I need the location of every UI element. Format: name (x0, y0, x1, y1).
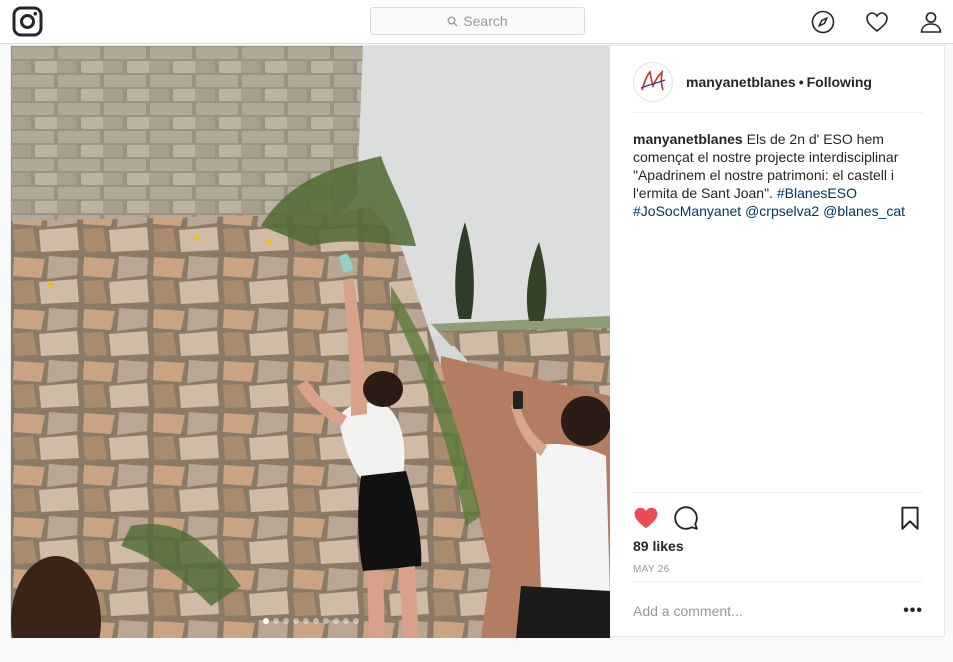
avatar[interactable] (633, 61, 673, 102)
post-caption: manyanetblanes Els de 2n d' ESO hem come… (633, 130, 923, 220)
mention-link[interactable]: @crpselva2 (745, 203, 819, 219)
post-actions (633, 492, 923, 542)
comment-icon[interactable] (673, 505, 699, 531)
like-count[interactable]: 89 likes (633, 538, 684, 554)
hashtag-link[interactable]: #JoSocManyanet (633, 203, 741, 219)
post-header: manyanetblanes • Following (633, 57, 923, 113)
bookmark-icon[interactable] (897, 505, 923, 531)
carousel-dot (342, 618, 349, 624)
post-sidebar: manyanetblanes • Following manyanetblanes … (610, 46, 944, 638)
carousel-dot (282, 618, 289, 624)
comment-input[interactable]: Add a comment... (633, 603, 743, 619)
carousel-indicator (11, 618, 610, 624)
carousel-dot (302, 618, 309, 624)
separator-dot: • (798, 73, 804, 90)
school-logo-icon (640, 69, 666, 90)
hashtag-link[interactable]: #BlanesESO (777, 185, 857, 201)
carousel-dot (292, 618, 299, 624)
caption-username[interactable]: manyanetblanes (633, 131, 743, 147)
carousel-dot (322, 618, 329, 624)
search-input[interactable]: Search (370, 7, 585, 35)
post-photo-image (11, 46, 610, 638)
carousel-dot (272, 618, 279, 624)
carousel-dot (312, 618, 319, 624)
top-navigation-bar: Search (0, 0, 953, 44)
post-date: MAY 26 (633, 564, 670, 575)
search-placeholder: Search (463, 13, 508, 29)
following-button[interactable]: Following (807, 74, 872, 90)
more-options-icon[interactable]: ••• (903, 602, 923, 620)
post-header-text: manyanetblanes • Following (686, 74, 872, 90)
carousel-dot (352, 618, 359, 624)
post-card: manyanetblanes • Following manyanetblanes … (10, 45, 945, 638)
carousel-dot (332, 618, 339, 624)
comment-box: Add a comment... ••• (633, 581, 923, 637)
instagram-logo-icon[interactable] (12, 6, 43, 37)
person-icon[interactable] (919, 10, 943, 34)
mention-link[interactable]: @blanes_cat (823, 203, 905, 219)
post-username[interactable]: manyanetblanes (686, 74, 796, 90)
heart-filled-icon[interactable] (633, 505, 659, 531)
carousel-dot-active (262, 618, 269, 624)
search-icon (447, 16, 458, 26)
heart-icon[interactable] (865, 10, 889, 34)
post-photo[interactable] (11, 46, 610, 638)
compass-icon[interactable] (811, 10, 835, 34)
